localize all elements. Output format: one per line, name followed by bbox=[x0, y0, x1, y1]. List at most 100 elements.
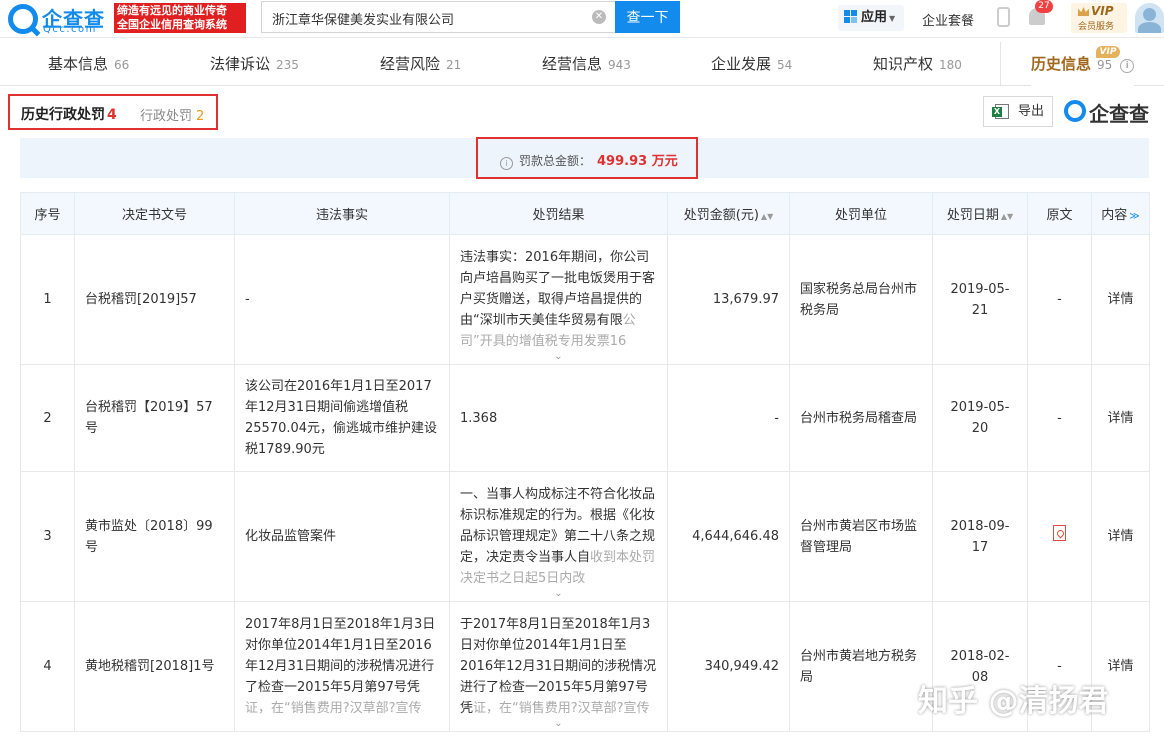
tab-count: 66 bbox=[114, 58, 130, 72]
slogan-line-2: 全国企业信用查询系统 bbox=[117, 18, 227, 31]
tab-operation[interactable]: 经营信息 943 bbox=[542, 42, 631, 86]
clear-search-icon[interactable]: ✕ bbox=[592, 10, 606, 24]
penalty-table: 序号 决定书文号 违法事实 处罚结果 处罚金额(元) ▲▼ 处罚单位 处罚日期 ▲▼… bbox=[20, 192, 1150, 732]
cell-result: 1.368 bbox=[449, 364, 668, 472]
detail-link[interactable]: 详情 bbox=[1091, 364, 1150, 472]
tab-count: 943 bbox=[608, 58, 631, 72]
brand-name: 企查查 bbox=[1089, 102, 1149, 126]
slogan-banner: 缔造有远见的商业传奇 全国企业信用查询系统 bbox=[114, 3, 246, 33]
cell-amount: 340,949.42 bbox=[667, 601, 790, 732]
subtab-label: 历史行政处罚 bbox=[21, 107, 105, 123]
subtab-count: 4 bbox=[107, 107, 117, 123]
col-header-content-label: 内容 bbox=[1101, 208, 1128, 223]
expand-chevron-icon[interactable]: ⌄ bbox=[554, 719, 562, 729]
enterprise-suite-link[interactable]: 企业套餐 bbox=[922, 10, 974, 29]
cell-idx: 1 bbox=[20, 234, 75, 365]
top-bar: 企查查 Qcc.com 缔造有远见的商业传奇 全国企业信用查询系统 浙江章华保健… bbox=[0, 0, 1164, 38]
cell-date: 2019-05-21 bbox=[932, 234, 1028, 365]
sort-icon[interactable]: ▲▼ bbox=[1001, 212, 1013, 221]
cell-date: 2019-05-20 bbox=[932, 364, 1028, 472]
vip-sub-label: 会员服务 bbox=[1078, 22, 1115, 32]
info-icon[interactable]: i bbox=[1120, 59, 1135, 73]
app-label: 应用 bbox=[861, 10, 888, 25]
subtab-history-penalty[interactable]: 历史行政处罚 4 bbox=[21, 104, 117, 124]
col-header-idx: 序号 bbox=[20, 192, 75, 235]
vip-tag: VIP bbox=[1096, 46, 1120, 58]
pdf-icon[interactable] bbox=[1053, 525, 1066, 541]
search-button[interactable]: 查一下 bbox=[615, 1, 680, 33]
tab-label: 企业发展 bbox=[711, 55, 772, 73]
col-header-doc-no: 决定书文号 bbox=[74, 192, 235, 235]
cell-original: - bbox=[1027, 364, 1092, 472]
cell-doc-no: 黄地税稽罚[2018]1号 bbox=[74, 601, 235, 732]
cell-doc-no: 黄市监处〔2018〕99号 bbox=[74, 471, 235, 602]
expand-chevron-icon[interactable]: ⌄ bbox=[554, 352, 562, 362]
detail-link[interactable]: 详情 bbox=[1091, 471, 1150, 602]
tab-risk[interactable]: 经营风险 21 bbox=[380, 42, 461, 86]
magnifier-logo-icon bbox=[1064, 100, 1086, 122]
cell-amount: 4,644,646.48 bbox=[667, 471, 790, 602]
section-tabs: 基本信息 66 法律诉讼 235 经营风险 21 经营信息 943 企业发展 54 知识产… bbox=[0, 42, 1164, 86]
tab-label: 知识产权 bbox=[873, 55, 934, 73]
tab-divider bbox=[1000, 42, 1001, 86]
col-header-date[interactable]: 处罚日期 ▲▼ bbox=[932, 192, 1028, 235]
subtab-group: 历史行政处罚 4 行政处罚 2 bbox=[8, 94, 218, 130]
tab-ip[interactable]: 知识产权 180 bbox=[873, 42, 962, 86]
tab-basic-info[interactable]: 基本信息 66 bbox=[48, 42, 129, 86]
cell-fact: 化妆品监管案件 bbox=[234, 471, 450, 602]
sort-icon[interactable]: ▲▼ bbox=[761, 212, 773, 221]
cell-original: - bbox=[1027, 234, 1092, 365]
cell-unit: 台州市黄岩区市场监督管理局 bbox=[789, 471, 933, 602]
tab-label: 经营信息 bbox=[542, 55, 603, 73]
magnifier-logo-icon bbox=[8, 4, 38, 34]
vip-label: VIP bbox=[1091, 4, 1114, 18]
search-input[interactable]: 浙江章华保健美发实业有限公司 bbox=[261, 1, 615, 33]
col-header-content[interactable]: 内容 ≫ bbox=[1091, 192, 1150, 235]
cell-amount: - bbox=[667, 364, 790, 472]
phone-icon[interactable] bbox=[997, 7, 1010, 27]
tab-count: 54 bbox=[777, 58, 793, 72]
tab-count: 180 bbox=[939, 58, 962, 72]
fact-text: 2017年8月1日至2018年1月3日对你单位2014年1月1日至2016年12… bbox=[245, 617, 436, 695]
logo-domain: Qcc.com bbox=[43, 24, 97, 35]
subtab-count: 2 bbox=[196, 109, 205, 124]
cell-idx: 3 bbox=[20, 471, 75, 602]
notification-badge: 27 bbox=[1035, 0, 1053, 13]
cell-unit: 台州市黄岩地方税务局 bbox=[789, 601, 933, 732]
fine-total-summary: i 罚款总金额： 499.93 万元 bbox=[476, 137, 698, 179]
col-header-unit: 处罚单位 bbox=[789, 192, 933, 235]
col-header-fact: 违法事实 bbox=[234, 192, 450, 235]
double-chevron-icon[interactable]: ≫ bbox=[1129, 211, 1139, 222]
qcc-logo[interactable]: 企查查 Qcc.com bbox=[8, 3, 112, 35]
col-header-amount[interactable]: 处罚金额(元) ▲▼ bbox=[667, 192, 790, 235]
tab-development[interactable]: 企业发展 54 bbox=[711, 42, 792, 86]
subtab-penalty[interactable]: 行政处罚 2 bbox=[140, 105, 204, 124]
cell-fact: 该公司在2016年1月1日至2017年12月31日期间偷逃增值税25570.04… bbox=[234, 364, 450, 472]
cell-result: 违法事实：2016年期间，你公司向卢培昌购买了一批电饭煲用于客户买货赠送，取得卢… bbox=[449, 234, 668, 365]
result-text-faded: 证，在“销售费用?汉草部?宣传 bbox=[473, 701, 650, 716]
tab-label: 历史信息 bbox=[1031, 55, 1092, 73]
cell-result: 一、当事人构成标注不符合化妆品标识标准规定的行为。根据《化妆品标识管理规定》第二… bbox=[449, 471, 668, 602]
avatar[interactable] bbox=[1135, 3, 1164, 33]
export-label: 导出 bbox=[1018, 104, 1045, 119]
tab-label: 经营风险 bbox=[380, 55, 441, 73]
cell-idx: 2 bbox=[20, 364, 75, 472]
slogan-line-1: 缔造有远见的商业传奇 bbox=[117, 4, 227, 17]
app-grid-icon bbox=[844, 10, 857, 23]
export-button[interactable]: 导出 bbox=[983, 96, 1053, 127]
expand-chevron-icon[interactable]: ⌄ bbox=[554, 589, 562, 599]
cell-unit: 台州市税务局稽查局 bbox=[789, 364, 933, 472]
cell-doc-no: 台税稽罚【2019】57号 bbox=[74, 364, 235, 472]
tab-legal[interactable]: 法律诉讼 235 bbox=[210, 42, 299, 86]
tab-count: 21 bbox=[446, 58, 462, 72]
cell-unit: 国家税务总局台州市税务局 bbox=[789, 234, 933, 365]
cell-fact: 2017年8月1日至2018年1月3日对你单位2014年1月1日至2016年12… bbox=[234, 601, 450, 732]
info-icon: i bbox=[500, 157, 513, 170]
brand-logo: 企查查 bbox=[1064, 98, 1154, 126]
vip-service-button[interactable]: VIP 会员服务 bbox=[1071, 3, 1127, 33]
table-row: 2 台税稽罚【2019】57号 该公司在2016年1月1日至2017年12月31… bbox=[20, 364, 1150, 472]
detail-link[interactable]: 详情 bbox=[1091, 234, 1150, 365]
cell-result: 于2017年8月1日至2018年1月3日对你单位2014年1月1日至2016年1… bbox=[449, 601, 668, 732]
tab-label: 法律诉讼 bbox=[210, 55, 271, 73]
app-menu-button[interactable]: 应用 ▼ bbox=[838, 5, 904, 31]
